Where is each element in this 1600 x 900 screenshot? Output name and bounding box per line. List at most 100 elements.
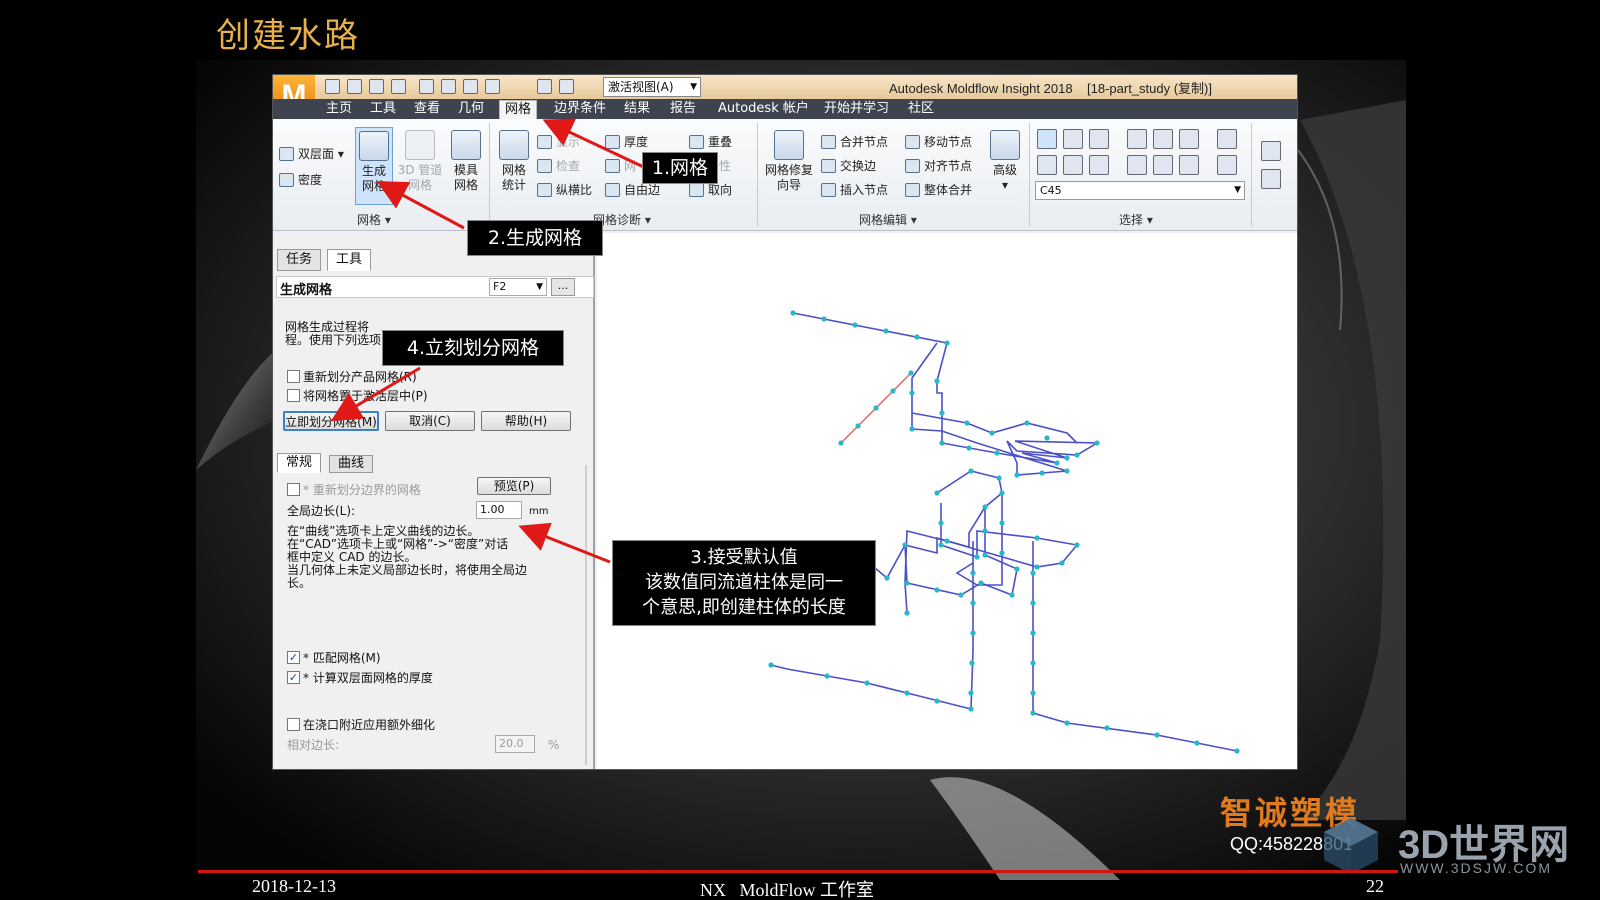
- new-icon[interactable]: [325, 79, 340, 94]
- tab-report[interactable]: 报告: [665, 100, 701, 119]
- help-button[interactable]: 帮助(H): [481, 411, 571, 431]
- selection-combo[interactable]: C45 ▼: [1035, 181, 1245, 200]
- swap-edge-button[interactable]: 交换边: [821, 157, 876, 174]
- mold-mesh-button[interactable]: 模具 网格: [447, 127, 485, 205]
- select-expand-icon[interactable]: [1153, 155, 1173, 175]
- merge-nodes-button[interactable]: 合并节点: [821, 133, 888, 150]
- advanced-button[interactable]: 高级 ▾: [985, 127, 1025, 205]
- thickness-button[interactable]: 厚度: [605, 133, 648, 150]
- cancel-button[interactable]: 取消(C): [385, 411, 475, 431]
- checkbox-box: [287, 389, 300, 402]
- select-lasso-icon[interactable]: [1089, 155, 1109, 175]
- tab-boundary[interactable]: 边界条件: [549, 100, 611, 119]
- density-button[interactable]: 密度: [279, 171, 322, 188]
- pipe-3d-mesh-button[interactable]: 3D 管道 网格: [397, 127, 443, 205]
- tab-tools[interactable]: 工具: [365, 100, 401, 119]
- select-node-icon[interactable]: [1217, 129, 1237, 149]
- chevron-down-icon: ▼: [1234, 185, 1241, 195]
- mesh-nodes: [768, 310, 1240, 754]
- footer-center: NX MoldFlow 工作室: [700, 880, 875, 900]
- group-label-select[interactable]: 选择 ▾: [1119, 211, 1153, 228]
- more-button[interactable]: ...: [551, 278, 575, 296]
- select-shrink-icon[interactable]: [1179, 155, 1199, 175]
- check-list-icon[interactable]: [1261, 169, 1281, 189]
- redo-icon[interactable]: [441, 79, 456, 94]
- tab-view[interactable]: 查看: [409, 100, 445, 119]
- mesh-diag-button[interactable]: 网: [605, 157, 636, 174]
- undo-icon[interactable]: [419, 79, 434, 94]
- move-node-button[interactable]: 移动节点: [905, 133, 972, 150]
- cooling-pipes: [770, 312, 1238, 752]
- relative-edge-input[interactable]: 20.0: [495, 735, 535, 753]
- ribbon-tabs: 主页 工具 查看 几何 网格 边界条件 结果 报告 Autodesk 帐户 开始…: [273, 99, 1297, 119]
- quick-access-toolbar: 激活视图(A) ▼ Autodesk Moldflow Insight 2018 …: [273, 75, 1297, 99]
- display-icon: [537, 134, 552, 149]
- mesh-stats-button[interactable]: 网格 统计: [495, 127, 533, 205]
- print-icon[interactable]: [485, 79, 500, 94]
- display-button[interactable]: 显示: [537, 133, 580, 150]
- panel-scrollbar[interactable]: [585, 465, 587, 765]
- group-label-mesh[interactable]: 网格 ▾: [357, 211, 391, 228]
- thickness-icon: [605, 134, 620, 149]
- global-merge-button[interactable]: 整体合并: [905, 181, 972, 198]
- shortcut-select[interactable]: F2 ▼: [489, 278, 547, 296]
- relative-edge-label: 相对边长:: [287, 738, 340, 752]
- active-view-select[interactable]: 激活视图(A) ▼: [603, 77, 701, 97]
- gate-refine-checkbox[interactable]: 在浇口附近应用额外细化: [287, 716, 435, 733]
- tab-mesh[interactable]: 网格: [499, 100, 538, 119]
- tab-learn[interactable]: 开始并学习: [819, 100, 894, 119]
- align-nodes-button[interactable]: 对齐节点: [905, 157, 972, 174]
- tab-account[interactable]: Autodesk 帐户: [713, 100, 814, 119]
- select-frame-icon[interactable]: [1179, 129, 1199, 149]
- save-icon[interactable]: [391, 79, 406, 94]
- aspect-ratio-button[interactable]: 纵横比: [537, 181, 592, 198]
- tab-geometry[interactable]: 几何: [453, 100, 489, 119]
- mesh-now-button[interactable]: 立即划分网格(M): [283, 411, 379, 431]
- move-node-icon: [905, 134, 920, 149]
- remesh-boundary-checkbox[interactable]: * 重新划分边界的网格: [287, 481, 421, 498]
- double-layer-button[interactable]: 双层面 ▾: [279, 145, 344, 162]
- generate-mesh-button[interactable]: 生成 网格: [355, 127, 393, 205]
- surface-icon: [279, 146, 294, 161]
- tab-community[interactable]: 社区: [903, 100, 939, 119]
- open-icon[interactable]: [347, 79, 362, 94]
- refresh-icon[interactable]: [463, 79, 478, 94]
- tab-general[interactable]: 常规: [277, 453, 322, 473]
- tab-results[interactable]: 结果: [619, 100, 655, 119]
- global-edge-unit: mm: [529, 506, 549, 517]
- chevron-down-icon: ▼: [536, 282, 543, 292]
- select-arrow-icon[interactable]: [1037, 129, 1057, 149]
- overlap-button[interactable]: 重叠: [689, 133, 732, 150]
- props-button[interactable]: 性: [719, 157, 731, 174]
- properties-icon[interactable]: [1261, 141, 1281, 161]
- layout-icon[interactable]: [559, 79, 574, 94]
- import-icon[interactable]: [369, 79, 384, 94]
- tab-curves[interactable]: 曲线: [329, 455, 374, 473]
- aspect-icon: [537, 182, 552, 197]
- select-pan-icon[interactable]: [1089, 129, 1109, 149]
- insert-node-button[interactable]: 插入节点: [821, 181, 888, 198]
- select-box-icon[interactable]: [1127, 129, 1147, 149]
- tab-home[interactable]: 主页: [321, 100, 357, 119]
- global-edge-input[interactable]: 1.00: [476, 501, 522, 519]
- select-layer-icon[interactable]: [1063, 155, 1083, 175]
- deselect-icon[interactable]: [1217, 155, 1237, 175]
- select-rotate-icon[interactable]: [1063, 129, 1083, 149]
- active-layer-checkbox[interactable]: 将网格置于激活层中(P): [287, 387, 428, 404]
- repair-wizard-button[interactable]: 网格修复 向导: [761, 127, 817, 205]
- swap-icon: [821, 158, 836, 173]
- check-button[interactable]: 检查: [537, 157, 580, 174]
- calc-thickness-checkbox[interactable]: ✓ * 计算双层面网格的厚度: [287, 669, 433, 686]
- match-mesh-checkbox[interactable]: ✓ * 匹配网格(M): [287, 649, 381, 666]
- model-viewport[interactable]: [597, 233, 1297, 769]
- tab-tools-panel[interactable]: 工具: [327, 249, 372, 271]
- select-filter-icon[interactable]: [1037, 155, 1057, 175]
- select-region-icon[interactable]: [1127, 155, 1147, 175]
- group-label-edit[interactable]: 网格编辑 ▾: [859, 211, 917, 228]
- select-grid-icon[interactable]: [1153, 129, 1173, 149]
- tab-tasks[interactable]: 任务: [277, 249, 322, 271]
- view-icon[interactable]: [537, 79, 552, 94]
- remesh-part-checkbox[interactable]: 重新划分产品网格(R): [287, 368, 417, 385]
- stats-icon: [499, 130, 529, 160]
- preview-button[interactable]: 预览(P): [477, 477, 551, 495]
